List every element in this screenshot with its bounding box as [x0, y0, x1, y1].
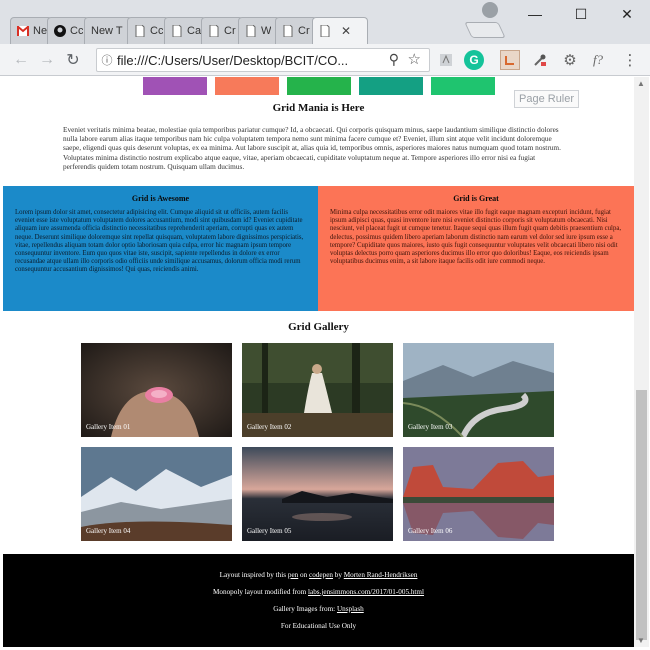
page-viewport: Page Ruler Grid Mania is Here Eveniet ve…	[3, 77, 634, 647]
github-icon	[54, 25, 66, 38]
page-icon	[134, 25, 146, 38]
footer-text: Layout inspired by this	[219, 571, 287, 579]
pdf-icon[interactable]	[436, 50, 456, 70]
gallery-grid: Gallery Item 01 Gallery Item 02 Gallery …	[81, 343, 556, 541]
footer-text: Gallery Images from:	[273, 605, 336, 613]
tab-gmail[interactable]: Ne	[10, 17, 52, 44]
codepen-link[interactable]: codepen	[309, 571, 333, 579]
tab-label: W	[261, 25, 272, 37]
author-link[interactable]: Morten Rand-Hendriksen	[344, 571, 418, 579]
page-icon	[319, 25, 331, 38]
footer-credits-line: Layout inspired by this pen on codepen b…	[3, 571, 634, 579]
settings-icon[interactable]: ⚙	[560, 50, 580, 70]
tab-label: Ca	[187, 25, 202, 37]
swatch	[359, 77, 423, 95]
gallery-item-label: Gallery Item 05	[247, 527, 292, 535]
page-icon	[208, 25, 220, 38]
gallery-item-label: Gallery Item 02	[247, 423, 292, 431]
url-text[interactable]: file:///C:/Users/User/Desktop/BCIT/CO...	[117, 53, 377, 68]
tab-label: Cc	[70, 25, 84, 37]
close-tab-icon[interactable]: ✕	[341, 24, 351, 38]
tab-page[interactable]: Cr	[201, 17, 243, 44]
gallery-item[interactable]: Gallery Item 03	[403, 343, 554, 437]
profile-avatar-icon[interactable]	[482, 2, 498, 18]
jensimmons-link[interactable]: labs.jensimmons.com/2017/01-005.html	[308, 588, 424, 596]
bookmark-star-icon[interactable]: ☆	[408, 50, 421, 68]
tab-new-tab[interactable]: New T	[84, 17, 132, 44]
column-text: Lorem ipsum dolor sit amet, consectetur …	[15, 209, 304, 274]
gallery-title: Grid Gallery	[288, 321, 349, 333]
info-icon[interactable]: ⓘ	[97, 52, 117, 68]
tab-page[interactable]: W	[238, 17, 280, 44]
tab-label: Cr	[298, 25, 310, 37]
column-grid-great: Grid is Great Minima culpa necessitatibu…	[318, 186, 634, 311]
close-window-button[interactable]: ✕	[604, 0, 650, 28]
tab-page[interactable]: Cr	[275, 17, 317, 44]
gallery-item-label: Gallery Item 01	[86, 423, 131, 431]
column-grid-awesome: Grid is Awesome Lorem ipsum dolor sit am…	[3, 186, 318, 311]
gallery-item-label: Gallery Item 06	[408, 527, 453, 535]
footer-educational-line: For Educational Use Only	[280, 622, 357, 630]
gallery-item-label: Gallery Item 04	[86, 527, 131, 535]
color-swatches	[143, 77, 495, 95]
tab-label: Cr	[224, 25, 236, 37]
page-ruler-icon[interactable]	[500, 50, 520, 70]
tab-label: Cc	[150, 25, 164, 37]
gallery-item-label: Gallery Item 03	[408, 423, 453, 431]
maximize-button[interactable]: ☐	[558, 0, 604, 28]
address-bar[interactable]: ⓘ file:///C:/Users/User/Desktop/BCIT/CO.…	[96, 48, 430, 72]
footer-layout-line: Monopoly layout modified from labs.jensi…	[3, 588, 634, 596]
tab-active[interactable]: ✕	[312, 17, 368, 44]
scroll-up-arrow-icon[interactable]: ▲	[637, 79, 645, 88]
swatch	[215, 77, 279, 95]
swatch	[431, 77, 495, 95]
gallery-item[interactable]: Gallery Item 01	[81, 343, 232, 437]
column-title: Grid is Great	[453, 194, 499, 203]
gallery-item[interactable]: Gallery Item 02	[242, 343, 393, 437]
hero-title: Grid Mania is Here	[272, 102, 365, 114]
tab-page[interactable]: Cc	[127, 17, 169, 44]
minimize-button[interactable]: —	[512, 0, 558, 28]
gmail-icon	[17, 25, 29, 38]
gallery-item[interactable]: Gallery Item 05	[242, 447, 393, 541]
tab-strip: Ne Cc New T Cc Ca Cr W Cr ✕	[10, 17, 368, 44]
vertical-scrollbar[interactable]: ▲ ▼	[634, 77, 649, 647]
swatch	[143, 77, 207, 95]
hero-paragraph: Eveniet veritatis minima beatae, molesti…	[63, 125, 561, 171]
eyedropper-icon[interactable]	[530, 50, 550, 70]
menu-icon[interactable]: ⋮	[620, 50, 640, 70]
swatch	[287, 77, 351, 95]
formula-icon[interactable]: f?	[588, 50, 608, 70]
column-text: Minima culpa necessitatibus error odit m…	[330, 209, 622, 266]
page-icon	[171, 25, 183, 38]
page-footer: Layout inspired by this pen on codepen b…	[3, 554, 634, 647]
gallery-item[interactable]: Gallery Item 06	[403, 447, 554, 541]
footer-images-line: Gallery Images from: Unsplash	[3, 605, 634, 613]
page-icon	[282, 25, 294, 38]
forward-arrow-icon[interactable]: →	[34, 47, 60, 73]
window-controls: — ☐ ✕	[512, 0, 650, 28]
browser-toolbar: ← → ↻ ⓘ file:///C:/Users/User/Desktop/BC…	[0, 44, 650, 76]
footer-text: by	[334, 571, 342, 579]
tab-label: Ne	[33, 25, 48, 37]
footer-text: Monopoly layout modified from	[212, 588, 307, 596]
grammarly-icon[interactable]: G	[464, 50, 484, 70]
pen-link[interactable]: pen	[288, 571, 298, 579]
page-icon	[245, 25, 257, 38]
tab-page[interactable]: Ca	[164, 17, 206, 44]
footer-text: on	[300, 571, 308, 579]
zoom-icon[interactable]: ⚲	[389, 51, 399, 68]
back-arrow-icon[interactable]: ←	[8, 47, 34, 73]
unsplash-link[interactable]: Unsplash	[337, 605, 364, 613]
tab-label: New T	[91, 25, 123, 37]
scrollbar-thumb[interactable]	[636, 390, 647, 640]
gallery-item[interactable]: Gallery Item 04	[81, 447, 232, 541]
tab-github[interactable]: Cc	[47, 17, 89, 44]
browser-titlebar: Ne Cc New T Cc Ca Cr W Cr ✕ — ☐ ✕	[0, 0, 650, 44]
reload-icon[interactable]: ↻	[60, 47, 86, 73]
new-tab-button[interactable]	[464, 22, 506, 38]
column-title: Grid is Awesome	[131, 194, 190, 203]
scroll-down-arrow-icon[interactable]: ▼	[637, 636, 645, 645]
